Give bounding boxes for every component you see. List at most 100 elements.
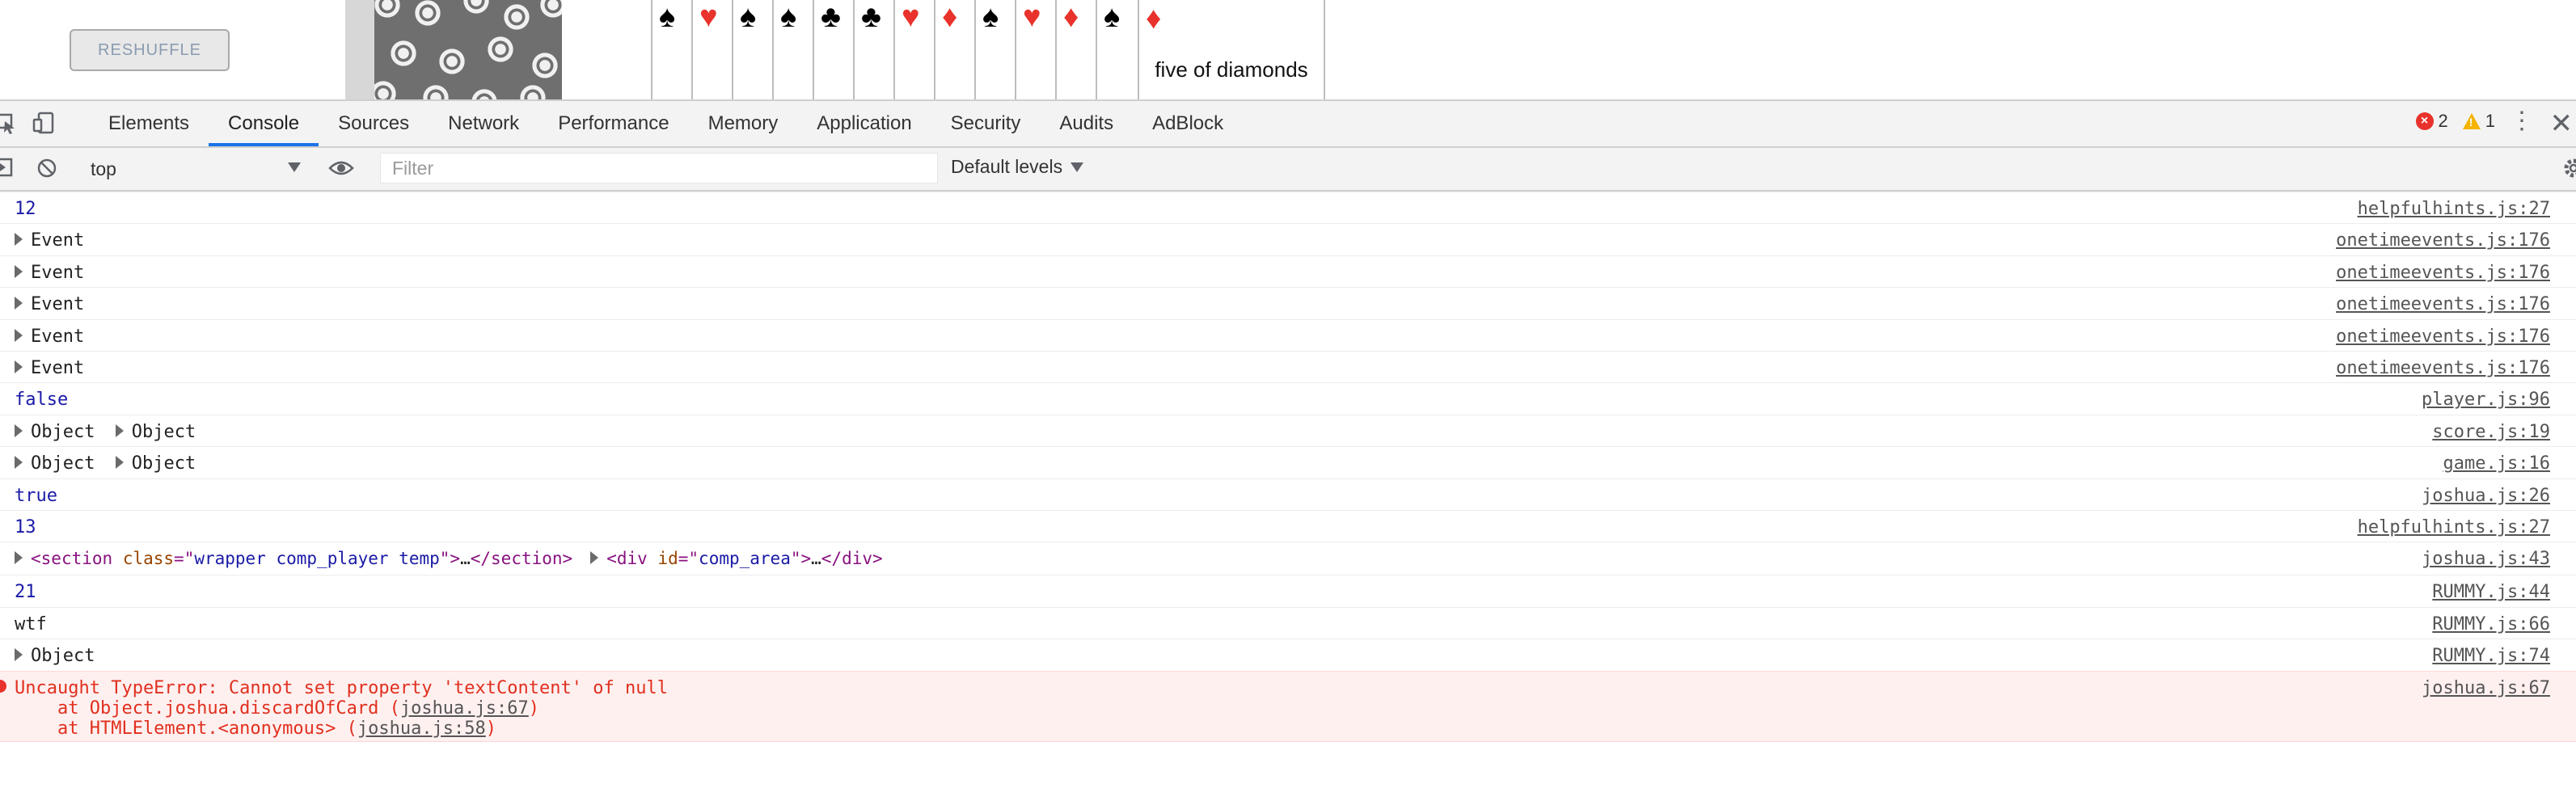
stack-link[interactable]: joshua.js:58 xyxy=(357,719,486,739)
console-message: 13 xyxy=(15,517,36,537)
tag-name: section xyxy=(40,549,113,569)
expandable-object[interactable]: Event xyxy=(15,230,84,251)
discard-card[interactable]: ♦ five of diamonds xyxy=(1138,0,1325,99)
tab-elements[interactable]: Elements xyxy=(89,101,209,146)
dom-node-preview[interactable]: <div id="comp_area">…</div> xyxy=(590,549,883,569)
tab-memory[interactable]: Memory xyxy=(689,101,798,146)
tag-name: div xyxy=(842,549,873,569)
source-link[interactable]: RUMMY.js:66 xyxy=(2432,614,2550,634)
source-link[interactable]: joshua.js:67 xyxy=(2422,678,2550,698)
expandable-object[interactable]: Object xyxy=(15,422,95,442)
source-link[interactable]: RUMMY.js:44 xyxy=(2432,582,2550,602)
source-link[interactable]: RUMMY.js:74 xyxy=(2432,646,2550,666)
chevron-down-icon xyxy=(288,162,301,172)
tab-adblock[interactable]: AdBlock xyxy=(1133,101,1243,146)
expandable-object[interactable]: Event xyxy=(15,263,84,283)
filter-input[interactable] xyxy=(380,153,938,183)
expandable-object[interactable]: Event xyxy=(15,327,84,347)
console-row: Event onetimeevents.js:176 xyxy=(0,255,2576,287)
clear-console-icon[interactable] xyxy=(36,157,58,179)
source-link[interactable]: joshua.js:43 xyxy=(2422,549,2550,569)
source-link[interactable]: onetimeevents.js:176 xyxy=(2336,358,2550,378)
object-label: Event xyxy=(31,230,85,251)
context-label: top xyxy=(91,158,116,179)
expand-triangle-icon xyxy=(590,551,599,565)
eye-icon[interactable] xyxy=(328,157,354,179)
card-suit-icon: ♣ xyxy=(861,0,881,34)
source-link[interactable]: player.js:96 xyxy=(2422,390,2550,410)
log-levels-dropdown[interactable]: Default levels xyxy=(951,156,1084,178)
tab-console[interactable]: Console xyxy=(209,101,319,146)
playing-card[interactable]: ♣ xyxy=(813,0,851,99)
inspect-element-icon[interactable] xyxy=(0,111,18,135)
tag-bracket: > xyxy=(872,549,883,569)
boolean-value: true xyxy=(15,485,57,506)
tab-network[interactable]: Network xyxy=(429,101,538,146)
stack-link[interactable]: joshua.js:67 xyxy=(400,698,529,719)
gear-icon[interactable] xyxy=(2561,156,2576,180)
card-suit-icon: ♠ xyxy=(740,0,757,34)
number-value: 12 xyxy=(15,199,36,219)
deck-card-back[interactable] xyxy=(374,0,562,99)
card-suit-icon: ♣ xyxy=(821,0,841,34)
boolean-value: false xyxy=(15,390,69,411)
console-row: Event onetimeevents.js:176 xyxy=(0,223,2576,255)
tab-sources[interactable]: Sources xyxy=(319,101,429,146)
expandable-object[interactable]: Object xyxy=(115,453,196,474)
error-text: Uncaught TypeError: Cannot set property … xyxy=(15,677,668,698)
sidebar-toggle-icon[interactable] xyxy=(0,157,13,178)
expandable-object[interactable]: Object xyxy=(15,453,95,474)
source-link[interactable]: joshua.js:26 xyxy=(2422,486,2550,506)
issue-counts[interactable]: × 2 ! 1 xyxy=(2415,111,2495,132)
source-link[interactable]: game.js:16 xyxy=(2443,453,2550,474)
stack-frame: at Object.joshua.discardOfCard ( xyxy=(15,698,400,719)
card-back-pattern xyxy=(374,0,408,26)
tag-bracket: "> xyxy=(790,549,812,569)
source-link[interactable]: onetimeevents.js:176 xyxy=(2336,327,2550,347)
playing-card[interactable]: ♠ xyxy=(732,0,770,99)
stack-trace-line: at Object.joshua.discardOfCard (joshua.j… xyxy=(15,698,540,719)
console-message: Event xyxy=(15,358,84,378)
playing-card[interactable]: ♦ xyxy=(934,0,972,99)
console-message: false xyxy=(15,390,68,410)
tab-security[interactable]: Security xyxy=(931,101,1041,146)
deck-strip xyxy=(345,0,374,99)
card-back-pattern xyxy=(455,0,497,22)
playing-card[interactable]: ♥ xyxy=(893,0,931,99)
playing-card[interactable]: ♠ xyxy=(1096,0,1134,99)
tab-performance[interactable]: Performance xyxy=(538,101,688,146)
dom-node-preview[interactable]: <section class="wrapper comp_player temp… xyxy=(15,549,572,568)
expandable-object[interactable]: Object xyxy=(15,646,95,666)
console-messages: 12 helpfulhints.js:27 Event onetimeevents.j… xyxy=(0,192,2576,805)
expand-triangle-icon xyxy=(15,264,23,278)
console-message: Event xyxy=(15,294,84,314)
source-link[interactable]: score.js:19 xyxy=(2432,422,2550,442)
source-link[interactable]: onetimeevents.js:176 xyxy=(2336,263,2550,283)
source-link[interactable]: onetimeevents.js:176 xyxy=(2336,230,2550,251)
playing-card[interactable]: ♠ xyxy=(974,0,1012,99)
source-link[interactable]: onetimeevents.js:176 xyxy=(2336,294,2550,314)
tag-bracket: "> xyxy=(439,549,461,569)
expandable-object[interactable]: Event xyxy=(15,358,84,378)
playing-card[interactable]: ♥ xyxy=(691,0,729,99)
stack-trace-line: at HTMLElement.<anonymous> (joshua.js:58… xyxy=(15,718,497,739)
playing-card[interactable]: ♦ xyxy=(1055,0,1093,99)
source-link[interactable]: helpfulhints.js:27 xyxy=(2358,517,2550,537)
playing-card[interactable]: ♠ xyxy=(772,0,810,99)
more-options-icon[interactable]: ⋮ xyxy=(2510,109,2534,133)
context-selector[interactable]: top xyxy=(91,154,301,183)
device-toolbar-icon[interactable] xyxy=(32,111,57,135)
playing-card[interactable]: ♥ xyxy=(1015,0,1053,99)
source-link[interactable]: helpfulhints.js:27 xyxy=(2358,199,2550,219)
expandable-object[interactable]: Event xyxy=(15,294,84,314)
playing-card[interactable]: ♣ xyxy=(853,0,891,99)
tab-application[interactable]: Application xyxy=(797,101,931,146)
close-icon[interactable]: ✕ xyxy=(2550,107,2574,140)
card-suit-icon: ♠ xyxy=(659,0,676,34)
reshuffle-button[interactable]: RESHUFFLE xyxy=(70,29,230,71)
playing-card[interactable]: ♠ xyxy=(651,0,689,99)
expandable-object[interactable]: Object xyxy=(115,422,196,442)
tab-audits[interactable]: Audits xyxy=(1040,101,1133,146)
expand-triangle-icon xyxy=(15,328,23,342)
expand-triangle-icon xyxy=(15,360,23,373)
